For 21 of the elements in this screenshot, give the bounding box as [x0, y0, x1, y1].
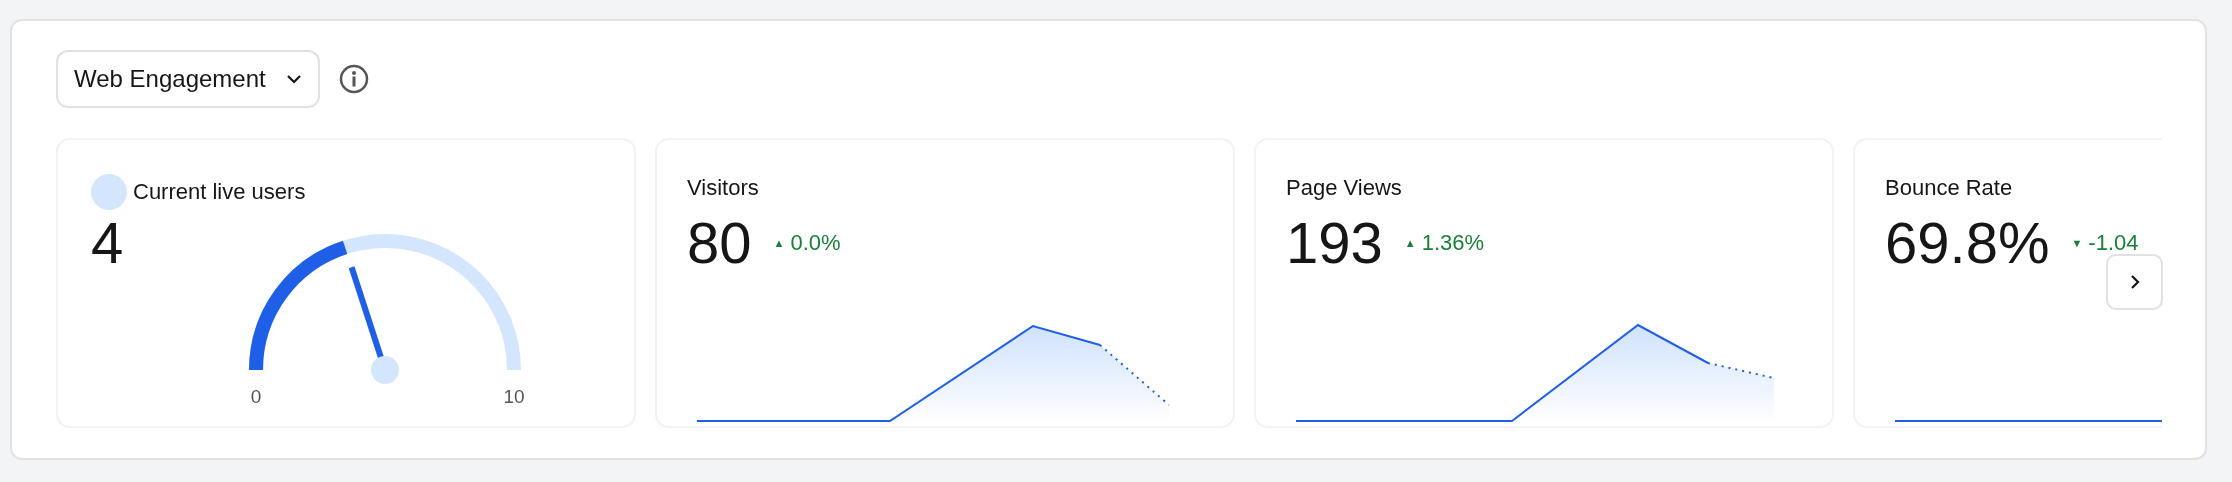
trend-icon: ▲: [773, 236, 785, 249]
metric-value: 69.8%: [1885, 211, 2050, 275]
info-icon[interactable]: [337, 63, 370, 95]
scale-label: 10: [503, 386, 525, 407]
change-percent: -1.04: [2088, 229, 2139, 256]
change-percent: 0.0%: [790, 229, 841, 256]
metric-value: 193: [1286, 211, 1383, 275]
card-title: Page Views: [1286, 175, 1403, 201]
metric-value: 80: [687, 211, 752, 275]
view-dropdown[interactable]: Web Engagement: [56, 50, 320, 108]
trend-icon: ▼: [2071, 236, 2083, 249]
scale-label: 0: [250, 386, 262, 407]
chevron-down-icon: [285, 74, 302, 84]
card-title: Bounce Rate: [1885, 175, 2014, 201]
chevron-right-icon: [2129, 274, 2140, 290]
change-percent: 1.36%: [1421, 229, 1485, 256]
card-title: Visitors: [687, 175, 760, 201]
metric-value: 4: [91, 214, 125, 277]
live-indicator-icon: [91, 174, 127, 210]
card-title: Current live users: [133, 179, 306, 205]
trend-icon: ▲: [1404, 236, 1416, 249]
